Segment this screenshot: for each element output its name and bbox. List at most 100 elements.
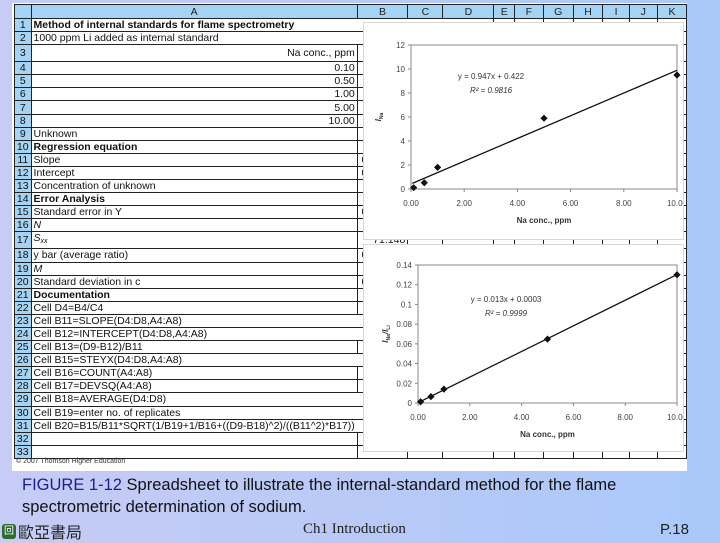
cell-a[interactable]: Concentration of unknown — [30, 179, 358, 194]
cell-a[interactable] — [30, 444, 358, 459]
row-header[interactable]: 32 — [14, 431, 32, 446]
row-header[interactable]: 28 — [14, 379, 32, 394]
column-header-j[interactable]: J — [628, 4, 658, 19]
cell-a[interactable]: y bar (average ratio) — [30, 248, 358, 263]
chapter-label: Ch1 Introduction — [303, 521, 406, 537]
x-tick-label: 6.00 — [563, 199, 579, 208]
cell-a[interactable]: Cell B16=COUNT(A4:A8) — [30, 366, 358, 381]
cell-a[interactable]: Cell D4=B4/C4 — [30, 300, 358, 315]
column-header-k[interactable]: K — [656, 4, 688, 19]
column-header-e[interactable]: E — [493, 4, 516, 19]
row-header[interactable]: 6 — [14, 87, 32, 102]
cell-a[interactable]: 10.00 — [30, 113, 358, 128]
column-header-g[interactable]: G — [542, 4, 574, 19]
row-header[interactable]: 13 — [14, 179, 32, 194]
row-header[interactable]: 29 — [14, 392, 32, 407]
cell-a[interactable]: Method of internal standards for flame s… — [30, 17, 358, 33]
y-tick-label: 2 — [401, 161, 406, 170]
cell-a[interactable]: 1.00 — [30, 87, 358, 102]
cell-a[interactable]: Cell B11=SLOPE(D4:D8,A4:A8) — [30, 313, 358, 328]
y-tick-label: 8 — [401, 89, 406, 98]
cell-a[interactable]: Na conc., ppm — [30, 44, 358, 63]
cell-a[interactable]: 0.10 — [30, 61, 358, 76]
x-tick-label: 8.00 — [617, 413, 633, 422]
column-header-b[interactable]: B — [356, 4, 409, 19]
cell-a[interactable]: N — [30, 218, 358, 233]
row-header[interactable]: 5 — [14, 74, 32, 89]
cell-a[interactable]: Intercept — [30, 165, 358, 181]
y-tick-label: 0.14 — [396, 261, 412, 270]
row-header[interactable]: 16 — [14, 218, 32, 233]
row-header[interactable]: 23 — [14, 313, 32, 328]
x-tick-label: 8.00 — [616, 199, 632, 208]
row-header[interactable]: 21 — [14, 287, 32, 302]
row-header[interactable]: 31 — [14, 418, 32, 433]
row-header[interactable]: 18 — [14, 248, 32, 263]
row-header[interactable]: 25 — [14, 340, 32, 355]
column-header-f[interactable]: F — [514, 4, 544, 19]
chart-intensity-vs-conc: 0 2 4 6 8 10 12 0.00 2.00 4.00 6.00 8.00 10.00 Na con… — [363, 22, 688, 240]
cell-a[interactable]: Standard error in Y — [30, 205, 358, 220]
y-tick-label: 0.08 — [396, 320, 412, 329]
cell-a[interactable]: Cell B20=B15/B11*SQRT(1/B19+1/B16+((D9-B… — [30, 418, 358, 433]
cell-a[interactable]: Sxx — [30, 231, 358, 250]
row-header[interactable]: 1 — [14, 17, 32, 33]
column-header-d[interactable]: D — [442, 4, 495, 19]
row-header[interactable]: 2 — [14, 31, 32, 46]
row-header[interactable]: 12 — [14, 165, 32, 181]
publisher-logo-icon: 回 — [2, 523, 16, 539]
row-header[interactable]: 30 — [14, 405, 32, 420]
row-header[interactable]: 27 — [14, 366, 32, 381]
cell-a[interactable] — [30, 431, 358, 446]
x-tick-label: 0.00 — [410, 413, 426, 422]
cell-a[interactable]: 0.50 — [30, 74, 358, 89]
column-header-i[interactable]: I — [602, 4, 630, 19]
row-header[interactable]: 26 — [14, 353, 32, 368]
cell-a[interactable]: Error Analysis — [30, 192, 358, 207]
column-header-h[interactable]: H — [572, 4, 604, 19]
y-label-sub: Na — [379, 112, 385, 119]
cell-a[interactable]: Cell B12=INTERCEPT(D4:D8,A4:A8) — [30, 326, 358, 342]
cell-a[interactable]: Cell B15=STEYX(D4:D8,A4:A8) — [30, 353, 358, 368]
cell-a[interactable]: Cell B13=(D9-B12)/B11 — [30, 340, 358, 355]
cell-a[interactable]: Cell B17=DEVSQ(A4:A8) — [30, 379, 358, 394]
column-header-a[interactable]: A — [30, 4, 358, 19]
row-header[interactable]: 11 — [14, 152, 32, 167]
x-tick-label: 4.00 — [514, 413, 530, 422]
cell-a[interactable]: Documentation — [30, 287, 358, 302]
cell-a[interactable]: Cell B18=AVERAGE(D4:D8) — [30, 392, 358, 407]
row-header[interactable]: 24 — [14, 326, 32, 342]
row-header[interactable]: 14 — [14, 192, 32, 207]
row-header[interactable]: 17 — [14, 231, 32, 250]
row-header[interactable]: 8 — [14, 113, 32, 128]
row-header[interactable]: 15 — [14, 205, 32, 220]
row-header[interactable]: 9 — [14, 126, 32, 141]
y-tick-label: 0.06 — [396, 340, 412, 349]
cell-a[interactable]: Cell B19=enter no. of replicates — [30, 405, 358, 420]
cell-a[interactable]: 1000 ppm Li added as internal standard — [30, 31, 358, 46]
cell-a[interactable]: Unknown — [30, 126, 358, 141]
row-header[interactable]: 3 — [14, 44, 32, 63]
y-tick-label: 0.04 — [396, 360, 412, 369]
row-header[interactable]: 33 — [14, 444, 32, 459]
cell-a[interactable]: 5.00 — [30, 100, 358, 115]
row-header[interactable]: 20 — [14, 274, 32, 289]
y-axis-label: INa — [374, 112, 385, 121]
spreadsheet: ABCDEFGHIJK 1 Method of internal standard… — [12, 3, 688, 471]
row-header[interactable]: 22 — [14, 300, 32, 315]
row-header[interactable]: 19 — [14, 261, 32, 276]
cell-a[interactable]: Standard deviation in c — [30, 274, 358, 289]
x-tick-label: 10.00 — [667, 199, 683, 208]
column-header-c[interactable]: C — [407, 4, 444, 19]
cell-a[interactable]: Slope — [30, 152, 358, 167]
row-header[interactable]: 4 — [14, 61, 32, 76]
row-header[interactable]: 7 — [14, 100, 32, 115]
cell-a[interactable]: M — [30, 261, 358, 276]
chart2-svg: 0 0.02 0.04 0.06 0.08 0.1 0.12 0.14 0.00 2.00 4.00… — [381, 261, 688, 439]
row-header[interactable]: 10 — [14, 139, 32, 154]
cell-a[interactable]: Regression equation — [30, 139, 358, 154]
publisher: 回 歐亞書局 — [2, 519, 82, 543]
y-tick-label: 12 — [396, 41, 405, 50]
corner-header[interactable] — [14, 4, 32, 19]
x-tick-label: 2.00 — [462, 413, 478, 422]
